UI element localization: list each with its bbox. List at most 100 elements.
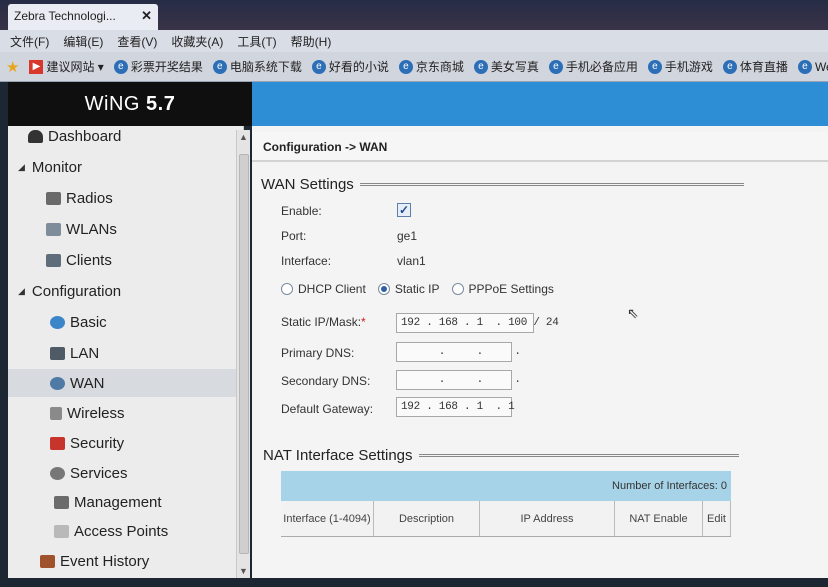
favorite-item[interactable]: e 彩票开奖结果 bbox=[113, 58, 203, 75]
favorite-item[interactable]: eWe bbox=[797, 59, 828, 74]
wlan-icon bbox=[46, 222, 61, 236]
app-header-bar bbox=[252, 82, 828, 126]
favorite-item[interactable]: e 好看的小说 bbox=[311, 58, 389, 75]
nat-interface-count: Number of Interfaces: 0 bbox=[281, 471, 731, 501]
ie-page-icon: e bbox=[473, 59, 488, 74]
browser-tab[interactable]: Zebra Technologi... ✕ bbox=[8, 4, 158, 30]
radio-dhcp-client[interactable]: DHCP Client bbox=[281, 282, 366, 296]
section-divider bbox=[418, 454, 739, 457]
menu-view[interactable]: 查看(V) bbox=[117, 33, 157, 50]
collapse-triangle-icon: ◢ bbox=[18, 285, 25, 296]
interface-value: vlan1 bbox=[397, 254, 426, 268]
static-ip-mask-input[interactable]: 192 . 168 . 1 . 100 / 24 bbox=[396, 313, 559, 333]
radio-static-ip[interactable]: Static IP bbox=[377, 282, 440, 296]
radio-pppoe-settings[interactable]: PPPoE Settings bbox=[451, 282, 554, 296]
sidebar-item-wireless[interactable]: Wireless bbox=[8, 399, 243, 427]
logo-text: WiNG bbox=[84, 93, 140, 115]
sidebar-nav: Dashboard ◢ Monitor Radios WLANs Clients… bbox=[8, 126, 244, 580]
favorite-item[interactable]: e 京东商城 bbox=[398, 58, 464, 75]
collapse-triangle-icon: ◢ bbox=[18, 161, 25, 172]
nat-settings-header: NAT Interface Settings bbox=[263, 447, 739, 464]
logo-version: 5.7 bbox=[146, 93, 176, 115]
main-content: Configuration -> WAN WAN Settings Enable… bbox=[252, 126, 828, 580]
radio-icon bbox=[46, 191, 61, 205]
radio-button[interactable] bbox=[451, 283, 464, 295]
menu-favorites[interactable]: 收藏夹(A) bbox=[171, 33, 223, 50]
wan-settings-header: WAN Settings bbox=[261, 176, 744, 193]
favorite-item[interactable]: e 手机必备应用 bbox=[548, 58, 638, 75]
menu-edit[interactable]: 编辑(E) bbox=[63, 33, 103, 50]
sidebar-item-dashboard[interactable]: Dashboard bbox=[8, 126, 243, 150]
access-point-icon bbox=[54, 524, 69, 538]
port-label: Port: bbox=[281, 229, 307, 243]
default-gateway-input[interactable]: 192 . 168 . 1 . 1 bbox=[396, 397, 515, 417]
lan-icon bbox=[50, 346, 65, 360]
secondary-dns-label: Secondary DNS: bbox=[281, 374, 371, 388]
menu-bar: 文件(F) 编辑(E) 查看(V) 收藏夹(A) 工具(T) 帮助(H) bbox=[0, 30, 828, 52]
sidebar-item-security[interactable]: Security bbox=[8, 429, 243, 457]
sidebar-item-services[interactable]: Services bbox=[8, 459, 243, 487]
enable-label: Enable: bbox=[281, 204, 322, 218]
secondary-dns-input[interactable]: . . . bbox=[396, 370, 521, 390]
scrollbar-thumb[interactable] bbox=[239, 154, 249, 554]
ie-page-icon: e bbox=[797, 59, 812, 74]
sidebar-item-wan[interactable]: WAN bbox=[8, 369, 243, 397]
scroll-up-icon[interactable]: ▲ bbox=[239, 132, 248, 142]
wan-icon bbox=[50, 376, 65, 390]
ie-page-icon: e bbox=[113, 59, 128, 74]
menu-tools[interactable]: 工具(T) bbox=[237, 33, 276, 50]
nat-interface-table: Number of Interfaces: 0 Interface (1-409… bbox=[281, 471, 731, 537]
enable-checkbox[interactable]: ✓ bbox=[397, 203, 411, 217]
dashboard-icon bbox=[28, 129, 43, 143]
ie-page-icon: e bbox=[311, 59, 326, 74]
breadcrumb: Configuration -> WAN bbox=[252, 132, 828, 162]
globe-icon bbox=[50, 315, 65, 329]
management-icon bbox=[54, 495, 69, 509]
sidebar-item-configuration[interactable]: ◢ Configuration bbox=[8, 277, 243, 305]
tab-title: Zebra Technologi... bbox=[14, 9, 116, 23]
column-header-nat-enable[interactable]: NAT Enable bbox=[615, 501, 703, 536]
app-logo: WiNG 5.7 bbox=[8, 82, 252, 126]
browser-tab-strip: Zebra Technologi... ✕ bbox=[0, 0, 828, 30]
favorites-bar: ★ ▶ 建议网站 ▾ e 彩票开奖结果 e 电脑系统下载 e 好看的小说 e 京东商城 e… bbox=[0, 52, 828, 82]
favorite-item[interactable]: e 体育直播 bbox=[722, 58, 788, 75]
favorite-item[interactable]: e 电脑系统下载 bbox=[212, 58, 302, 75]
favorite-item[interactable]: e 美女写真 bbox=[473, 58, 539, 75]
radio-button-selected[interactable] bbox=[377, 283, 390, 295]
favorites-star-icon[interactable]: ★ bbox=[6, 58, 19, 76]
sidebar-item-wlans[interactable]: WLANs bbox=[8, 215, 243, 243]
event-history-icon bbox=[40, 554, 55, 568]
wan-mode-radio-group: DHCP Client Static IP PPPoE Settings bbox=[281, 282, 554, 296]
sidebar-item-clients[interactable]: Clients bbox=[8, 246, 243, 274]
column-header-interface[interactable]: Interface (1-4094) bbox=[281, 501, 374, 536]
services-icon bbox=[50, 466, 65, 480]
favorite-item[interactable]: ▶ 建议网站 ▾ bbox=[29, 58, 104, 75]
port-value: ge1 bbox=[397, 229, 418, 243]
column-header-ip-address[interactable]: IP Address bbox=[480, 501, 615, 536]
sidebar-item-basic[interactable]: Basic bbox=[8, 308, 243, 336]
radio-button[interactable] bbox=[281, 283, 293, 295]
sidebar-item-lan[interactable]: LAN bbox=[8, 339, 243, 367]
required-marker: * bbox=[361, 315, 366, 329]
sidebar-item-monitor[interactable]: ◢ Monitor bbox=[8, 153, 243, 181]
ie-page-icon: e bbox=[398, 59, 413, 74]
sidebar-scrollbar[interactable]: ▲ ▼ bbox=[236, 130, 250, 578]
section-divider bbox=[359, 183, 744, 186]
sidebar-item-management[interactable]: Management bbox=[8, 488, 243, 516]
favorite-item[interactable]: e 手机游戏 bbox=[647, 58, 713, 75]
column-header-edit[interactable]: Edit bbox=[703, 501, 731, 536]
sidebar-item-event-history[interactable]: Event History bbox=[8, 547, 243, 575]
screen-bottom-edge bbox=[0, 578, 828, 587]
menu-file[interactable]: 文件(F) bbox=[10, 33, 49, 50]
menu-help[interactable]: 帮助(H) bbox=[291, 33, 332, 50]
scroll-down-icon[interactable]: ▼ bbox=[239, 566, 248, 576]
primary-dns-input[interactable]: . . . bbox=[396, 342, 521, 362]
sidebar-item-radios[interactable]: Radios bbox=[8, 184, 243, 212]
column-header-description[interactable]: Description bbox=[374, 501, 480, 536]
interface-label: Interface: bbox=[281, 254, 332, 268]
static-ip-label: Static IP/Mask:* bbox=[281, 315, 366, 329]
close-tab-icon[interactable]: ✕ bbox=[141, 8, 152, 24]
ie-page-icon: e bbox=[647, 59, 662, 74]
sidebar-item-access-points[interactable]: Access Points bbox=[8, 517, 243, 545]
primary-dns-label: Primary DNS: bbox=[281, 346, 355, 360]
